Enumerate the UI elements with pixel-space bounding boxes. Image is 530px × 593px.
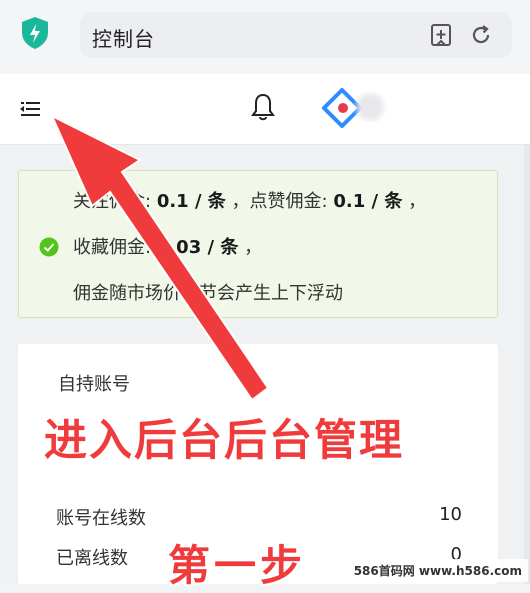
favorite-commission-value: 0.03 / 条 [156, 237, 239, 258]
notice-line-3: 佣金随市场价调节会产生上下浮动 [73, 283, 343, 304]
offline-count-label: 已离线数 [56, 548, 128, 569]
like-commission-label: ，点赞佣金: [231, 191, 328, 212]
browser-top-bar: 控制台 [0, 0, 530, 74]
online-count-value: 10 [439, 504, 462, 525]
online-count-label: 账号在线数 [56, 508, 146, 529]
bookmark-add-icon[interactable] [428, 22, 454, 48]
refresh-icon[interactable] [468, 22, 494, 48]
follow-commission-value: 0.1 / 条 [156, 191, 226, 212]
line-end-comma: ， [408, 191, 427, 212]
app-header [0, 74, 530, 145]
check-circle-icon [39, 237, 59, 257]
notice-line-1: 关注佣金: 0.1 / 条 ，点赞佣金: 0.1 / 条 ， [73, 187, 426, 213]
annotation-headline: 进入后台后台管理 [44, 416, 404, 466]
notice-line-2: 收藏佣金: 0.03 / 条 ， [73, 233, 262, 259]
address-bar-text[interactable]: 控制台 [92, 23, 155, 52]
commission-notice: 关注佣金: 0.1 / 条 ，点赞佣金: 0.1 / 条 ， 收藏佣金: 0.0… [18, 170, 498, 318]
like-commission-value: 0.1 / 条 [333, 191, 403, 212]
favorite-commission-label: 收藏佣金: [73, 237, 152, 258]
address-bar[interactable]: 控制台 [80, 12, 512, 58]
bell-icon[interactable] [250, 92, 276, 122]
card-title: 自持账号 [58, 374, 130, 395]
line-end-comma: ， [244, 237, 263, 258]
follow-commission-label: 关注佣金: [73, 191, 152, 212]
collapse-menu-icon[interactable] [18, 98, 42, 120]
security-shield-icon[interactable] [20, 16, 50, 50]
site-watermark: 586首码网 www.h586.com [347, 559, 528, 582]
scrollbar-track[interactable] [524, 145, 530, 584]
blurred-region [352, 92, 388, 122]
